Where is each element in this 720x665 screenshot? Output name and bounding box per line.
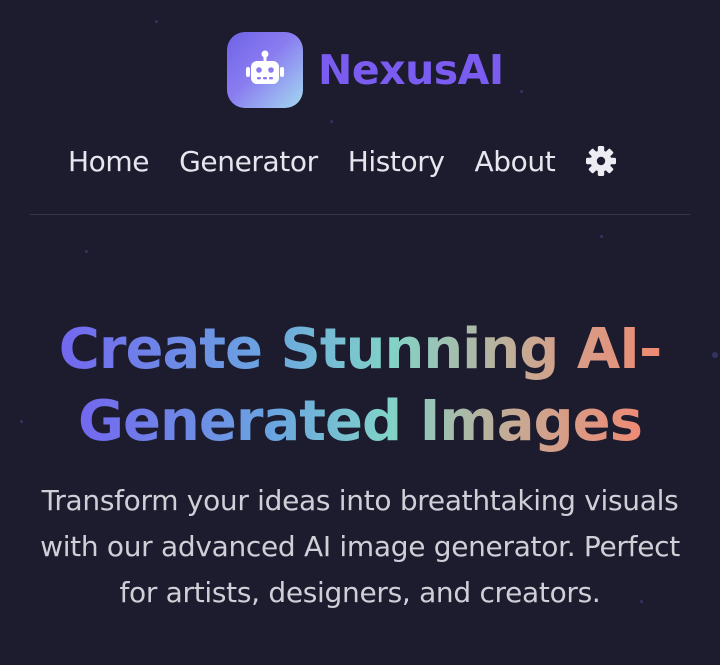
- brand-name: NexusAI: [318, 46, 504, 94]
- hero-subtitle: Transform your ideas into breathtaking v…: [40, 484, 680, 609]
- hero-title-line2: Generated Images: [78, 388, 643, 454]
- brand-logo[interactable]: NexusAI: [227, 32, 504, 108]
- nav-link-about[interactable]: About: [475, 145, 556, 178]
- main-nav: Home Generator History About: [68, 138, 617, 184]
- logo-tile: [227, 32, 303, 108]
- nav-link-generator[interactable]: Generator: [179, 145, 318, 178]
- hero-title-line1: Create Stunning AI-: [58, 316, 662, 382]
- star-dot: [600, 235, 603, 238]
- nav-link-home[interactable]: Home: [68, 145, 149, 178]
- settings-button[interactable]: [585, 145, 617, 177]
- star-dot: [85, 250, 88, 253]
- hero-title: Create Stunning AI- Generated Images: [0, 314, 720, 458]
- nav-link-history[interactable]: History: [348, 145, 445, 178]
- robot-icon: [246, 50, 284, 84]
- site-header: NexusAI Home Generator History About: [30, 0, 690, 215]
- gear-icon: [586, 146, 617, 176]
